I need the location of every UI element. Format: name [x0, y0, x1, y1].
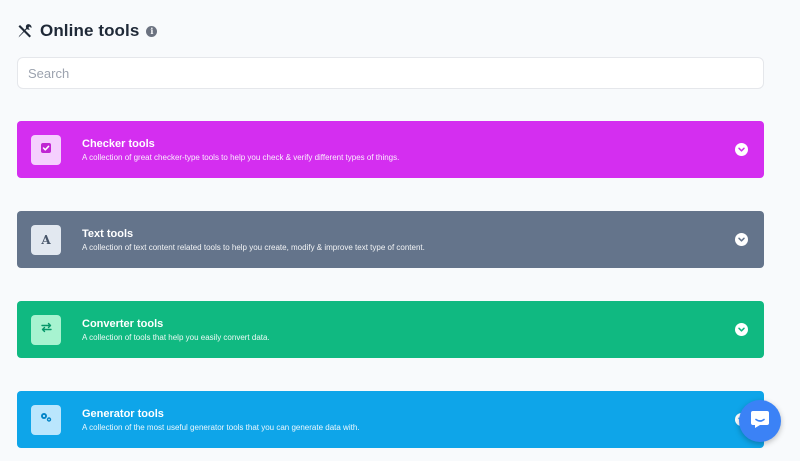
card-text: Checker tools A collection of great chec…: [82, 137, 735, 163]
page-title: Online tools: [40, 21, 140, 40]
category-card-converter[interactable]: Converter tools A collection of tools th…: [17, 301, 764, 358]
card-description: A collection of tools that help you easi…: [82, 332, 270, 342]
chevron-down-icon[interactable]: [735, 143, 748, 156]
chat-icon: [749, 409, 771, 434]
card-title: Converter tools: [82, 317, 164, 330]
category-card-checker[interactable]: Checker tools A collection of great chec…: [17, 121, 764, 178]
chevron-down-icon[interactable]: [735, 323, 748, 336]
tools-icon: [17, 23, 33, 39]
card-badge: A: [31, 224, 61, 255]
chevron-down-icon[interactable]: [735, 233, 748, 246]
card-description: A collection of text content related too…: [82, 242, 425, 252]
cogs-icon: [39, 410, 53, 429]
page: Online tools i Checker tools A collectio…: [0, 0, 800, 461]
card-badge: [31, 314, 61, 345]
card-badge: [31, 404, 61, 435]
chat-button[interactable]: [739, 400, 781, 442]
card-title: Text tools: [82, 227, 134, 240]
card-description: A collection of the most useful generato…: [82, 422, 360, 432]
card-text: Converter tools A collection of tools th…: [82, 317, 735, 343]
category-card-text[interactable]: A Text tools A collection of text conten…: [17, 211, 764, 268]
card-badge: [31, 134, 61, 165]
card-text: Generator tools A collection of the most…: [82, 407, 735, 433]
arrows-exchange-icon: [40, 321, 53, 339]
category-card-generator[interactable]: Generator tools A collection of the most…: [17, 391, 764, 448]
letter-a-icon: A: [41, 232, 51, 247]
page-header: Online tools i: [17, 19, 158, 43]
card-text: Text tools A collection of text content …: [82, 227, 735, 253]
check-square-icon: [40, 141, 52, 159]
info-icon[interactable]: i: [146, 25, 158, 37]
card-description: A collection of great checker-type tools…: [82, 152, 400, 162]
search-input[interactable]: [17, 57, 764, 89]
card-title: Checker tools: [82, 137, 155, 150]
card-title: Generator tools: [82, 407, 164, 420]
